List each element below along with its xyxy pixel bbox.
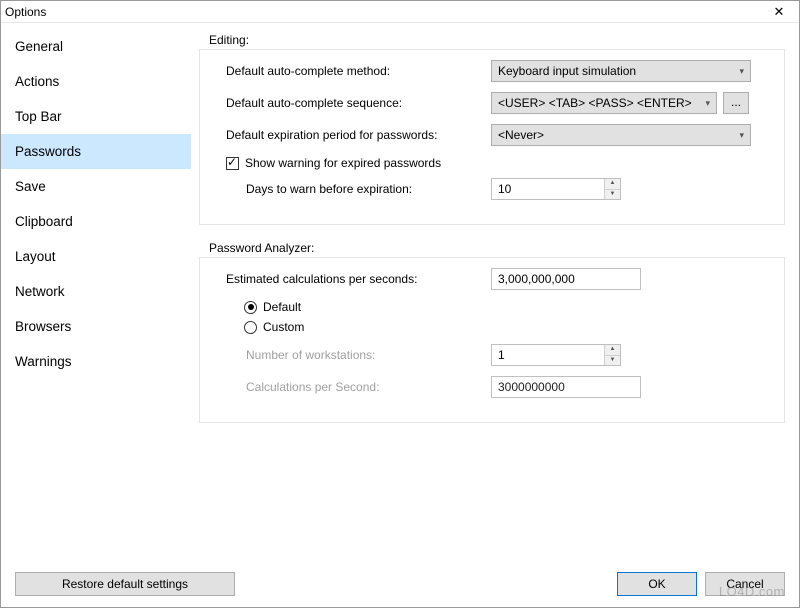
footer: Restore default settings OK Cancel <box>1 561 799 607</box>
spinner: ▲ ▼ <box>604 179 620 199</box>
analyzer-heading: Password Analyzer: <box>209 241 785 255</box>
dropdown-value: <USER> <TAB> <PASS> <ENTER> <box>498 96 692 110</box>
sequence-ellipsis-button[interactable]: ... <box>723 92 749 114</box>
dropdown-value: Keyboard input simulation <box>498 64 636 78</box>
sidebar-item-actions[interactable]: Actions <box>1 64 191 99</box>
sidebar-item-browsers[interactable]: Browsers <box>1 309 191 344</box>
spinner-down-icon[interactable]: ▼ <box>605 190 620 200</box>
sidebar-item-top-bar[interactable]: Top Bar <box>1 99 191 134</box>
sidebar-item-network[interactable]: Network <box>1 274 191 309</box>
workstations-value: 1 <box>492 348 604 362</box>
window-title: Options <box>5 5 46 19</box>
spinner-up-icon[interactable]: ▲ <box>605 345 620 356</box>
row-calc: Estimated calculations per seconds: 3,00… <box>226 268 772 290</box>
row-days-warn: Days to warn before expiration: 10 ▲ ▼ <box>226 178 772 200</box>
sidebar: General Actions Top Bar Passwords Save C… <box>1 23 191 561</box>
radio-default-label: Default <box>263 300 301 314</box>
restore-defaults-button[interactable]: Restore default settings <box>15 572 235 596</box>
sidebar-item-warnings[interactable]: Warnings <box>1 344 191 379</box>
autocomplete-method-label: Default auto-complete method: <box>226 64 491 78</box>
sidebar-item-clipboard[interactable]: Clipboard <box>1 204 191 239</box>
cps-label: Calculations per Second: <box>226 380 491 394</box>
radio-custom[interactable] <box>244 321 257 334</box>
days-warn-label: Days to warn before expiration: <box>226 182 491 196</box>
row-autocomplete-method: Default auto-complete method: Keyboard i… <box>226 60 772 82</box>
cancel-button[interactable]: Cancel <box>705 572 785 596</box>
radio-default[interactable] <box>244 301 257 314</box>
editing-heading: Editing: <box>209 33 785 47</box>
spinner: ▲ ▼ <box>604 345 620 365</box>
close-icon[interactable]: ✕ <box>765 4 793 20</box>
expiration-dropdown[interactable]: <Never> ▾ <box>491 124 751 146</box>
spinner-down-icon[interactable]: ▼ <box>605 356 620 366</box>
calc-input[interactable]: 3,000,000,000 <box>491 268 641 290</box>
row-show-warning: Show warning for expired passwords <box>226 156 772 170</box>
options-window: Options ✕ General Actions Top Bar Passwo… <box>0 0 800 608</box>
row-radio-default: Default <box>244 300 772 314</box>
titlebar: Options ✕ <box>1 1 799 23</box>
ok-button[interactable]: OK <box>617 572 697 596</box>
chevron-down-icon: ▾ <box>739 66 744 77</box>
editing-group: Default auto-complete method: Keyboard i… <box>199 49 785 225</box>
autocomplete-sequence-label: Default auto-complete sequence: <box>226 96 491 110</box>
cps-value: 3000000000 <box>492 380 640 394</box>
sidebar-item-layout[interactable]: Layout <box>1 239 191 274</box>
workstations-input[interactable]: 1 ▲ ▼ <box>491 344 621 366</box>
row-cps: Calculations per Second: 3000000000 <box>226 376 772 398</box>
autocomplete-method-dropdown[interactable]: Keyboard input simulation ▾ <box>491 60 751 82</box>
autocomplete-sequence-dropdown[interactable]: <USER> <TAB> <PASS> <ENTER> ▾ <box>491 92 717 114</box>
chevron-down-icon: ▾ <box>739 130 744 141</box>
calc-value: 3,000,000,000 <box>492 272 640 286</box>
calc-label: Estimated calculations per seconds: <box>226 272 491 286</box>
row-workstations: Number of workstations: 1 ▲ ▼ <box>226 344 772 366</box>
show-warning-label: Show warning for expired passwords <box>245 156 441 170</box>
sidebar-item-general[interactable]: General <box>1 29 191 64</box>
row-autocomplete-sequence: Default auto-complete sequence: <USER> <… <box>226 92 772 114</box>
spinner-up-icon[interactable]: ▲ <box>605 179 620 190</box>
radio-custom-label: Custom <box>263 320 304 334</box>
show-warning-checkbox[interactable] <box>226 157 239 170</box>
workstations-label: Number of workstations: <box>226 348 491 362</box>
days-warn-input[interactable]: 10 ▲ ▼ <box>491 178 621 200</box>
row-expiration: Default expiration period for passwords:… <box>226 124 772 146</box>
dropdown-value: <Never> <box>498 128 544 142</box>
row-radio-custom: Custom <box>244 320 772 334</box>
main-panel: Editing: Default auto-complete method: K… <box>191 23 799 561</box>
content-area: General Actions Top Bar Passwords Save C… <box>1 23 799 561</box>
days-warn-value: 10 <box>492 182 604 196</box>
chevron-down-icon: ▾ <box>705 98 710 109</box>
expiration-label: Default expiration period for passwords: <box>226 128 491 142</box>
analyzer-group: Estimated calculations per seconds: 3,00… <box>199 257 785 423</box>
cps-input[interactable]: 3000000000 <box>491 376 641 398</box>
sidebar-item-passwords[interactable]: Passwords <box>1 134 191 169</box>
sidebar-item-save[interactable]: Save <box>1 169 191 204</box>
